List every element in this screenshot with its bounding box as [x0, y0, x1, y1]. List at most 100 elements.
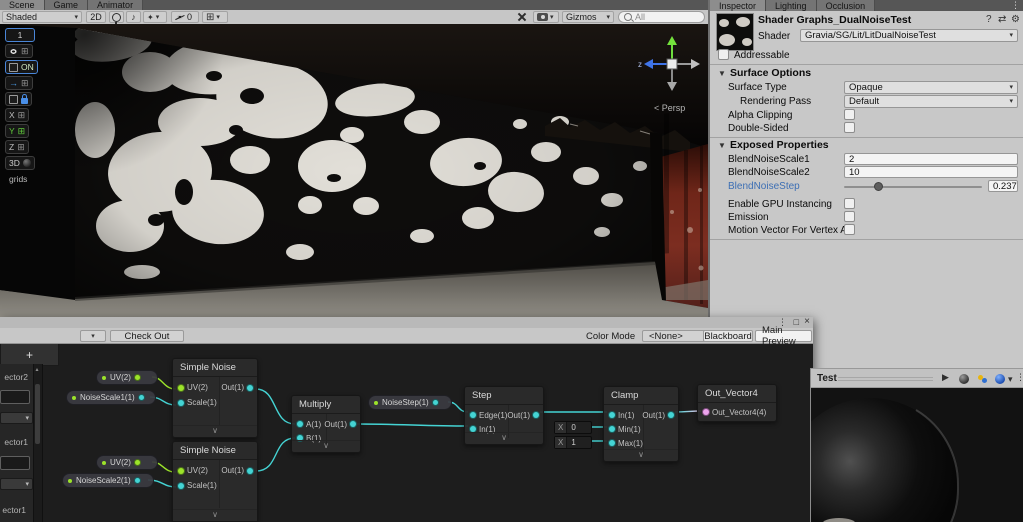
- tab-inspector[interactable]: Inspector: [710, 0, 767, 11]
- out-vector4-node[interactable]: Out_Vector4 Out_Vector4(4): [697, 384, 777, 422]
- input-port-out-vector4[interactable]: Out_Vector4(4): [698, 403, 776, 421]
- blackboard-toggle-button[interactable]: Blackboard: [703, 330, 753, 342]
- output-port[interactable]: Out(1): [507, 408, 543, 422]
- down-axis-icon[interactable]: [667, 82, 677, 91]
- collapse-chevron-icon[interactable]: ∨: [173, 425, 257, 437]
- uv-property-node[interactable]: UV(2): [96, 370, 158, 385]
- noisestep-property-node[interactable]: NoiseStep(1): [368, 395, 452, 410]
- clamp-max-value-field[interactable]: X1: [554, 436, 592, 449]
- scene-viewport[interactable]: 1 ⊞ ON → ⊞ X ⊞ Y ⊞ Z ⊞ 3D grids z < Persp: [0, 24, 708, 318]
- scene-search-input[interactable]: All: [618, 11, 705, 23]
- menu-dots-icon[interactable]: ⋮: [1016, 372, 1023, 383]
- grids-slot-button[interactable]: 1: [5, 28, 35, 42]
- motion-vector-checkbox[interactable]: [844, 224, 855, 235]
- scene-effects-dropdown[interactable]: ✦ ▾: [143, 11, 167, 23]
- color-space-icon[interactable]: [978, 375, 987, 383]
- blendnoisestep-slider-track[interactable]: [844, 186, 982, 188]
- simple-noise-node-1[interactable]: Simple Noise UV(2) Scale(1) Out(1) ∨: [172, 358, 258, 438]
- multiply-node[interactable]: Multiply A(1) B(1) Out(1) ∨: [291, 395, 361, 453]
- output-port[interactable]: [138, 395, 144, 400]
- input-port-scale[interactable]: Scale(1): [173, 395, 219, 410]
- projection-label[interactable]: < Persp: [654, 103, 685, 113]
- gear-icon[interactable]: ⚙: [1011, 14, 1020, 25]
- alpha-clipping-checkbox[interactable]: [844, 109, 855, 120]
- grids-move-button[interactable]: → ⊞: [5, 76, 33, 90]
- close-icon[interactable]: ×: [804, 316, 810, 327]
- tab-scene[interactable]: Scene: [0, 0, 45, 10]
- tab-animator[interactable]: Animator: [88, 0, 144, 10]
- input-port-edge[interactable]: Edge(1): [465, 408, 508, 422]
- shader-graph-canvas[interactable]: + ector2 ▾ ector1 ▾ ector1 ▴ UV(2) Noise…: [0, 344, 813, 522]
- tab-occlusion[interactable]: Occlusion: [816, 0, 876, 11]
- tool-settings-button[interactable]: [513, 11, 531, 23]
- output-port[interactable]: Out(1): [324, 417, 360, 431]
- emission-checkbox[interactable]: [844, 211, 855, 222]
- blendnoisescale1-field[interactable]: 2: [844, 153, 1018, 165]
- scroll-up-icon[interactable]: ▴: [33, 366, 41, 373]
- menu-dots-icon[interactable]: ⋮: [1011, 0, 1020, 11]
- blendnoisescale2-field[interactable]: 10: [844, 166, 1018, 178]
- grids-on-toggle[interactable]: ON: [5, 60, 38, 74]
- simple-noise-node-2[interactable]: Simple Noise UV(2) Scale(1) Out(1) ∨: [172, 441, 258, 522]
- shader-dropdown[interactable]: Gravia/SG/Lit/LitDualNoiseTest ▾: [800, 29, 1018, 42]
- grid-3d-toggle[interactable]: 3D: [5, 156, 35, 170]
- input-port-max[interactable]: Max(1): [604, 436, 643, 450]
- grid-y-toggle[interactable]: Y ⊞: [5, 124, 30, 138]
- clamp-min-value-field[interactable]: X0: [554, 421, 592, 434]
- noisescale1-property-node[interactable]: NoiseScale1(1): [66, 390, 156, 405]
- tab-lighting[interactable]: Lighting: [766, 0, 817, 11]
- input-port-in[interactable]: In(1): [604, 408, 643, 422]
- blackboard-scrollbar-thumb[interactable]: [34, 384, 40, 444]
- save-asset-dropdown[interactable]: ▾: [80, 330, 106, 342]
- y-axis-icon[interactable]: [667, 36, 677, 45]
- drag-handle[interactable]: [838, 377, 933, 381]
- output-port[interactable]: [134, 375, 140, 380]
- step-node[interactable]: Step Edge(1) In(1) Out(1) ∨: [464, 386, 544, 445]
- collapse-chevron-icon[interactable]: ∨: [173, 509, 257, 521]
- gizmo-center-cube[interactable]: [666, 58, 678, 70]
- scene-camera-dropdown[interactable]: ▾: [533, 11, 559, 23]
- material-preview-thumbnail[interactable]: [716, 13, 754, 51]
- grids-lock-toggle[interactable]: [5, 92, 32, 106]
- play-icon[interactable]: ▶: [942, 372, 949, 383]
- rendering-pass-dropdown[interactable]: Default ▾: [844, 95, 1018, 108]
- noisescale2-property-node[interactable]: NoiseScale2(1): [62, 473, 154, 488]
- output-port[interactable]: Out(1): [220, 380, 257, 395]
- gpu-instancing-checkbox[interactable]: [844, 198, 855, 209]
- gizmos-dropdown[interactable]: Gizmos ▾: [562, 11, 614, 23]
- foldout-icon[interactable]: ▼: [718, 69, 726, 78]
- input-port-uv[interactable]: UV(2): [173, 463, 219, 478]
- main-preview-toggle-button[interactable]: Main Preview: [755, 325, 812, 347]
- blendnoisestep-slider-thumb[interactable]: [874, 182, 883, 191]
- addressable-checkbox[interactable]: [718, 49, 729, 60]
- surface-type-dropdown[interactable]: Opaque ▾: [844, 81, 1018, 94]
- output-port[interactable]: [432, 400, 438, 405]
- exposed-properties-header[interactable]: Exposed Properties: [730, 139, 829, 151]
- grids-visibility-button[interactable]: ⊞: [5, 44, 33, 58]
- collapse-chevron-icon[interactable]: ∨: [292, 440, 360, 452]
- input-port-uv[interactable]: UV(2): [173, 380, 219, 395]
- property-name-field[interactable]: [0, 390, 30, 404]
- property-mode-dropdown[interactable]: ▾: [0, 412, 33, 424]
- uv-property-node[interactable]: UV(2): [96, 455, 158, 470]
- add-property-button[interactable]: +: [26, 348, 33, 362]
- 2d-toggle[interactable]: 2D: [86, 11, 106, 23]
- output-port[interactable]: [134, 460, 140, 465]
- collapse-chevron-icon[interactable]: ∨: [604, 449, 678, 461]
- collapse-chevron-icon[interactable]: ∨: [465, 432, 543, 444]
- output-port[interactable]: [134, 478, 140, 483]
- check-out-button[interactable]: Check Out: [110, 330, 184, 342]
- output-port[interactable]: Out(1): [220, 463, 257, 478]
- grid-visibility-dropdown[interactable]: ⊞ ▾: [202, 11, 228, 23]
- tab-game[interactable]: Game: [44, 0, 89, 10]
- double-sided-checkbox[interactable]: [844, 122, 855, 133]
- main-preview-titlebar[interactable]: Test ▶ ▾ ⋮: [811, 368, 1023, 388]
- material-preview-sphere[interactable]: [811, 388, 1023, 522]
- z-axis-icon[interactable]: [644, 59, 653, 69]
- shading-mode-dropdown[interactable]: Shaded ▾: [2, 11, 82, 23]
- blendnoisestep-label[interactable]: BlendNoiseStep: [728, 181, 800, 192]
- chevron-down-icon[interactable]: ▾: [1008, 375, 1013, 384]
- input-port-min[interactable]: Min(1): [604, 422, 643, 436]
- scene-visibility-toggle[interactable]: 0: [171, 11, 199, 23]
- blackboard-panel-header[interactable]: +: [0, 344, 59, 366]
